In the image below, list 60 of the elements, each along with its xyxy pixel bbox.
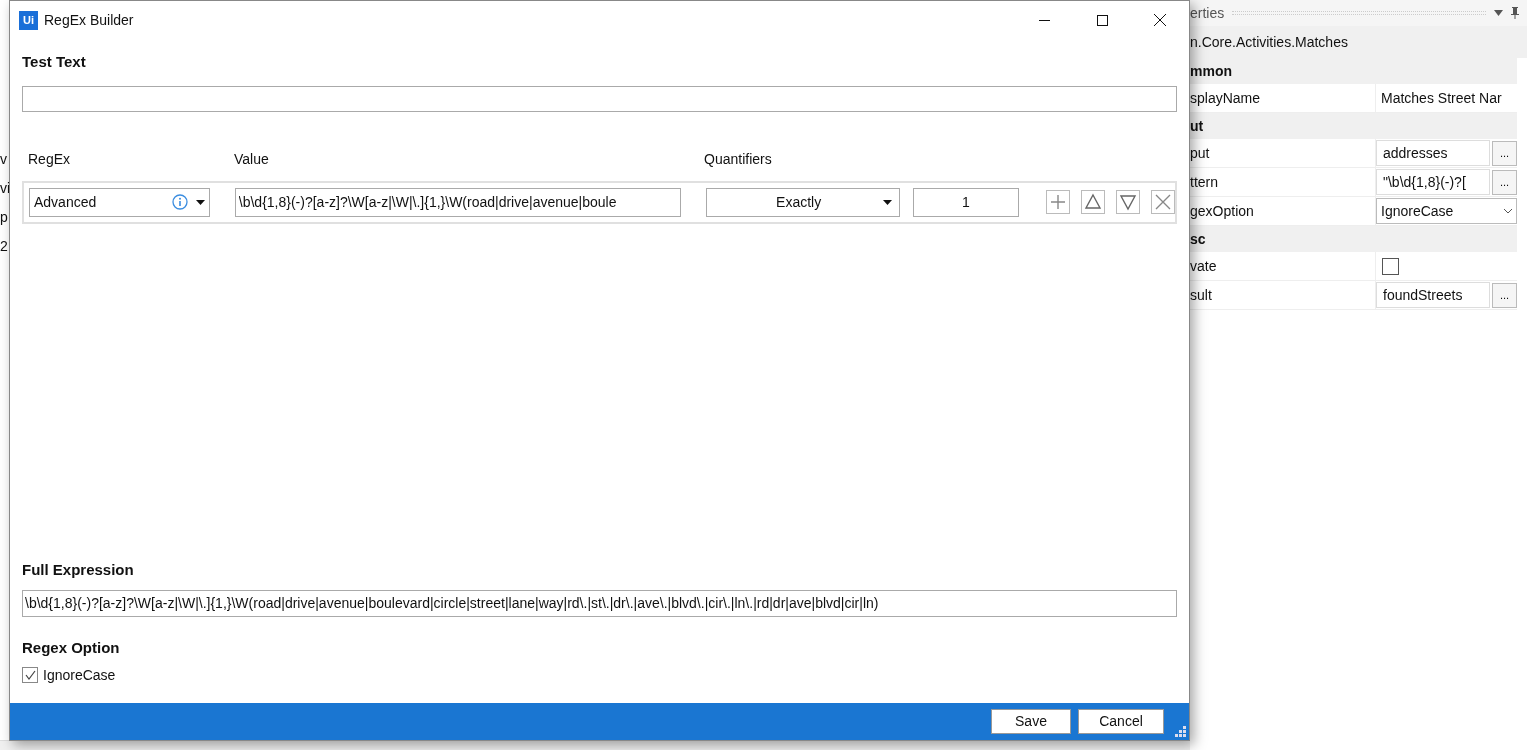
triangle-down-icon — [1118, 192, 1138, 212]
quantifier-dropdown[interactable]: Exactly — [706, 187, 900, 217]
checkbox-label: IgnoreCase — [43, 665, 116, 685]
text-fragment: vi — [0, 179, 11, 197]
remove-button[interactable] — [1151, 190, 1175, 214]
regex-type-dropdown[interactable]: Advanced — [29, 187, 210, 217]
text-fragment: v — [0, 150, 7, 168]
add-button[interactable] — [1046, 190, 1070, 214]
category-label[interactable]: ut — [1190, 115, 1204, 137]
move-down-button[interactable] — [1116, 190, 1140, 214]
browse-button[interactable]: ... — [1492, 282, 1517, 308]
test-text-field[interactable] — [22, 85, 1177, 112]
close-icon — [1154, 14, 1166, 26]
resize-grip-icon[interactable] — [1175, 726, 1186, 737]
minimize-icon — [1038, 19, 1050, 21]
dialog-button[interactable]: Cancel — [1078, 709, 1164, 734]
dropdown-icon[interactable] — [1494, 10, 1503, 16]
column-header: RegEx — [27, 150, 72, 169]
browse-button[interactable]: ... — [1492, 140, 1517, 166]
regex-value-field[interactable]: \b\d{1,8}(-)?[a-z]?\W[a-z|\W|\.]{1,}\W(road|drive|avenue|boule — [234, 187, 682, 217]
section-label: Full Expression — [22, 560, 134, 580]
app-logo: Ui — [19, 10, 38, 30]
text-fragment: p — [0, 208, 8, 226]
close-icon — [1153, 192, 1173, 212]
property-label: put — [1190, 143, 1211, 163]
property-field[interactable]: foundStreets — [1376, 282, 1490, 308]
category-label[interactable]: mmon — [1190, 60, 1232, 82]
property-label: ttern — [1190, 172, 1219, 192]
maximize-icon — [1096, 14, 1108, 26]
pin-icon[interactable] — [1511, 7, 1519, 19]
dropdown-arrow-icon — [195, 199, 205, 205]
triangle-up-icon — [1083, 192, 1103, 212]
dropdown-arrow-icon — [883, 199, 892, 205]
chevron-icon — [1504, 208, 1512, 214]
property-value: Matches Street Nar — [1380, 88, 1503, 108]
checkbox[interactable] — [1382, 257, 1399, 275]
window-title: RegEx Builder — [44, 10, 134, 30]
category-label[interactable]: sc — [1190, 228, 1206, 250]
property-field[interactable]: "\b\d{1,8}(-)?[ — [1376, 169, 1490, 195]
column-header: Value — [234, 150, 270, 169]
property-label: vate — [1190, 256, 1218, 276]
activity-name: n.Core.Activities.Matches — [1190, 32, 1348, 52]
count-field[interactable]: 1 — [913, 187, 1019, 217]
text-fragment: 2 — [0, 237, 8, 255]
section-label: Test Text — [22, 52, 86, 72]
property-label: gexOption — [1190, 201, 1255, 221]
plus-icon — [1048, 192, 1068, 212]
property-label: splayName — [1190, 88, 1262, 108]
browse-button[interactable]: ... — [1492, 169, 1517, 195]
panel-title: erties — [1190, 3, 1225, 23]
property-dropdown[interactable]: IgnoreCase — [1376, 198, 1517, 224]
info-icon[interactable] — [171, 194, 188, 210]
property-field[interactable]: addresses — [1376, 140, 1490, 166]
property-label: sult — [1190, 285, 1213, 305]
move-up-button[interactable] — [1081, 190, 1105, 214]
checkbox[interactable] — [22, 667, 38, 683]
column-header: Quantifiers — [704, 150, 773, 169]
dialog-button[interactable]: Save — [991, 709, 1071, 734]
section-label: Regex Option — [22, 637, 120, 658]
full-expression-field[interactable]: \b\d{1,8}(-)?[a-z]?\W[a-z|\W|\.]{1,}\W(road|drive|avenue|boulevard|circle|street|lane|way|rd\.|st\.|dr\.|ave\.|blvd\.|cir\.|ln\.|rd|dr|ave|blvd|cir|ln) — [22, 589, 1177, 617]
